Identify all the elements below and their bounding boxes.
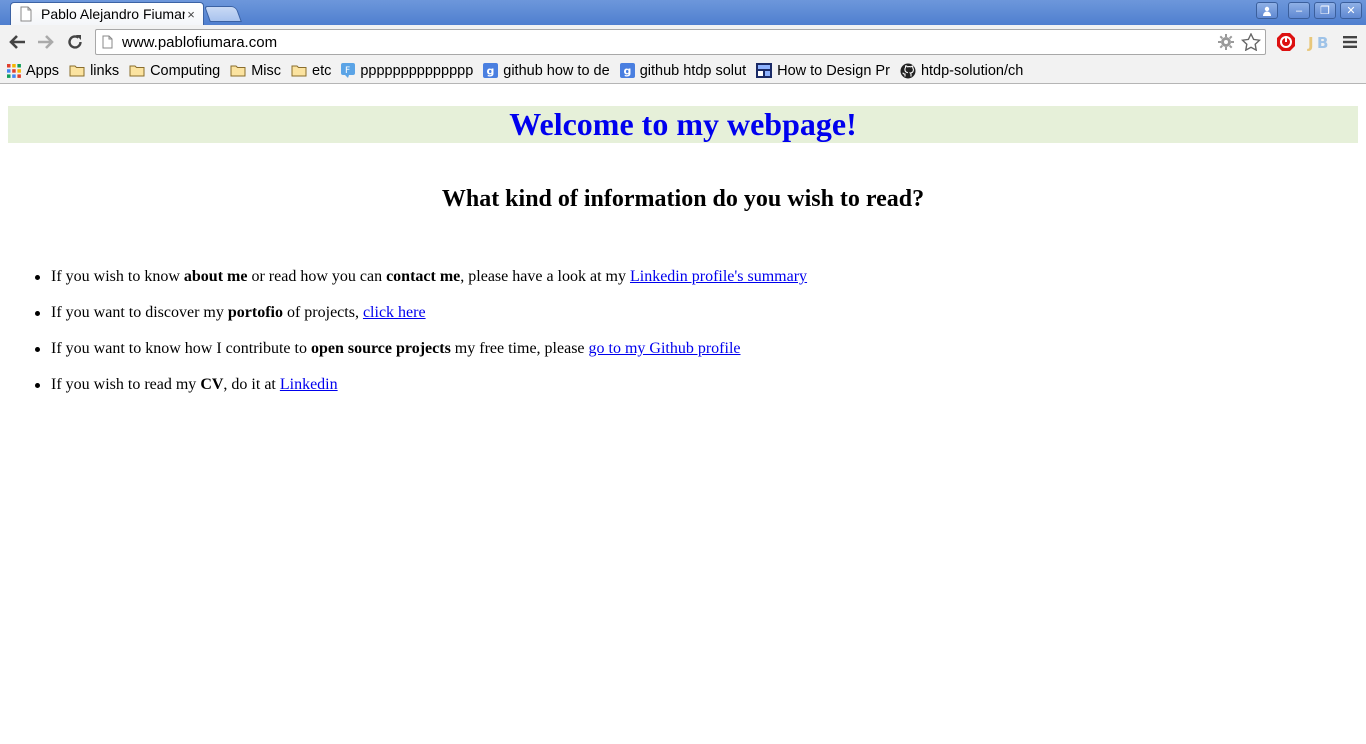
bookmark-google-search-2[interactable]: g github htdp solut: [619, 62, 747, 79]
github-profile-link[interactable]: go to my Github profile: [589, 340, 741, 357]
bookmark-label: pppppppppppppp: [360, 62, 474, 79]
bookmark-folder-etc[interactable]: etc: [291, 63, 331, 79]
bookmark-apps[interactable]: Apps: [7, 63, 59, 79]
item-bold: open source projects: [310, 340, 451, 357]
list-item-about-me: If you wish to know about me or read how…: [34, 267, 807, 303]
bookmark-folder-links[interactable]: links: [69, 63, 119, 79]
info-list: If you wish to know about me or read how…: [34, 267, 807, 411]
item-text: my free time, please: [450, 340, 589, 357]
google-icon: g: [619, 63, 635, 78]
adblock-extension-button[interactable]: [1274, 30, 1298, 54]
bookmark-folder-misc[interactable]: Misc: [230, 63, 281, 79]
folder-icon: [129, 65, 145, 77]
new-tab-button[interactable]: [204, 6, 242, 22]
forward-button[interactable]: [34, 30, 58, 54]
page-title: Welcome to my webpage!: [8, 106, 1358, 143]
svg-text:g: g: [623, 65, 631, 78]
jetbrains-extension-button[interactable]: J B: [1306, 30, 1330, 54]
item-text: If you want to know how I contribute to: [51, 340, 311, 357]
browser-toolbar: J B: [0, 25, 1366, 58]
page-subtitle: What kind of information do you wish to …: [441, 186, 925, 212]
page-icon: [102, 35, 113, 49]
item-text: If you wish to know: [51, 268, 184, 285]
tab-close-icon[interactable]: ×: [185, 7, 197, 22]
svg-text:B: B: [1317, 34, 1328, 51]
bookmark-folder-computing[interactable]: Computing: [129, 63, 220, 79]
tab-title: Pablo Alejandro Fiumara: [41, 6, 185, 22]
item-bold: about me: [183, 268, 248, 285]
back-button[interactable]: [5, 30, 29, 54]
portfolio-link[interactable]: click here: [363, 304, 426, 321]
page-content: Welcome to my webpage! What kind of info…: [0, 85, 1366, 744]
bookmark-github[interactable]: htdp-solution/ch: [900, 63, 1023, 79]
linkedin-cv-link[interactable]: Linkedin: [280, 376, 338, 393]
list-item-cv: If you wish to read my CV, do it at Link…: [34, 375, 807, 411]
svg-text:F: F: [345, 66, 350, 76]
linkedin-summary-link[interactable]: Linkedin profile's summary: [630, 268, 807, 285]
svg-text:g: g: [487, 65, 495, 78]
item-bold: CV: [200, 376, 224, 393]
folder-icon: [291, 65, 307, 77]
reload-icon: [68, 35, 82, 49]
item-text: or read how you can: [247, 268, 387, 285]
bookmark-label: links: [90, 62, 120, 79]
forward-arrow-icon: [38, 35, 54, 49]
svg-text:J: J: [1307, 34, 1314, 51]
bookmark-label: Apps: [26, 62, 60, 79]
item-bold: portofio: [227, 304, 283, 321]
folder-icon: [69, 65, 85, 77]
jb-icon: J B: [1307, 34, 1328, 51]
item-text: If you want to discover my: [51, 304, 228, 321]
chrome-menu-button[interactable]: [1338, 30, 1362, 54]
apps-grid-icon: [7, 63, 21, 78]
restore-button[interactable]: ❐: [1314, 2, 1336, 19]
back-arrow-icon: [9, 35, 25, 49]
folder-icon: [230, 65, 246, 77]
bookmark-star-icon[interactable]: [1241, 33, 1261, 51]
browser-titlebar: Pablo Alejandro Fiumara × – ❐ ✕: [0, 0, 1366, 25]
item-text: , please have a look at my: [460, 268, 630, 285]
google-icon: g: [483, 63, 499, 78]
minimize-button[interactable]: –: [1288, 2, 1310, 19]
github-icon: [900, 63, 916, 78]
profile-button[interactable]: [1256, 2, 1278, 19]
item-text: , do it at: [223, 376, 280, 393]
list-item-portfolio: If you want to discover my portofio of p…: [34, 303, 807, 339]
reload-button[interactable]: [63, 30, 87, 54]
bookmark-label: htdp-solution/ch: [920, 62, 1024, 79]
bookmark-htdp[interactable]: How to Design Pr: [756, 63, 890, 79]
item-bold: contact me: [386, 268, 461, 285]
bookmark-label: How to Design Pr: [777, 62, 890, 79]
bookmark-google-search-1[interactable]: g github how to de: [483, 62, 610, 79]
bookmark-feedly[interactable]: F pppppppppppppp: [341, 63, 473, 79]
bookmark-label: github htdp solut: [639, 62, 747, 79]
bookmarks-bar: Apps links Computing Misc etc F pppppppp…: [0, 58, 1366, 84]
item-text: of projects,: [282, 304, 363, 321]
stop-sign-icon: [1277, 33, 1295, 51]
address-bar[interactable]: [95, 29, 1266, 55]
bookmark-label: Misc: [251, 62, 282, 79]
htdp-icon: [756, 63, 773, 78]
url-input[interactable]: [122, 33, 1202, 51]
bookmark-label: github how to de: [503, 62, 610, 79]
user-icon: [1263, 6, 1271, 16]
bookmark-label: etc: [312, 62, 332, 79]
tab-active[interactable]: Pablo Alejandro Fiumara ×: [10, 2, 204, 25]
page-icon: [20, 6, 32, 22]
bookmark-label: Computing: [150, 62, 221, 79]
item-text: If you wish to read my: [51, 376, 201, 393]
hamburger-menu-icon: [1343, 36, 1357, 48]
list-item-open-source: If you want to know how I contribute to …: [34, 339, 807, 375]
close-window-button[interactable]: ✕: [1340, 2, 1362, 19]
feedly-icon: F: [341, 63, 356, 78]
extension-gear-icon[interactable]: [1217, 33, 1235, 51]
